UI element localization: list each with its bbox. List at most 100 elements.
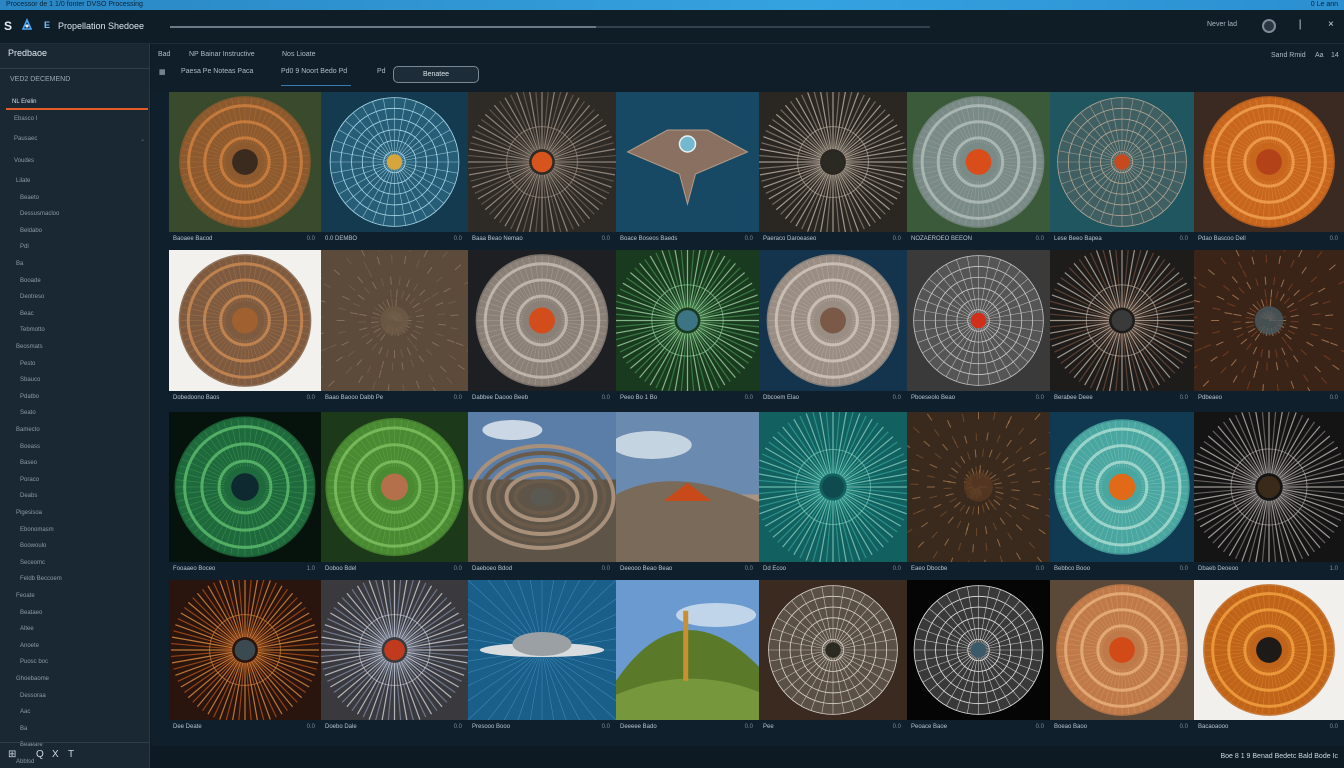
thumbnail-caption[interactable]: Fooaaeo Boceo 1.0 [173,566,319,580]
thumbnail-card[interactable] [1050,580,1194,720]
thumbnail-caption[interactable]: Presooo Booo 0.0 [472,724,614,738]
sidebar-item[interactable]: Lilate [16,178,30,184]
app-logo-icon[interactable] [20,18,34,32]
thumbnail-caption[interactable]: Boeao Baoo 0.0 [1054,724,1192,738]
title-right-label[interactable]: Never lad [1207,21,1237,28]
sidebar-item[interactable]: Altee [20,626,34,632]
thumbnail-caption[interactable]: Boace Boseos Baeds 0.0 [620,236,757,250]
thumbnail-card[interactable] [759,92,907,232]
toolbar-right-label[interactable]: Sand Rmid [1271,52,1306,59]
thumbnail-caption[interactable]: Dobedoono Baos 0.0 [173,395,319,409]
thumbnail-card[interactable] [1194,580,1344,720]
thumbnail-card[interactable] [616,92,759,232]
thumbnail-card[interactable] [169,250,321,391]
thumbnail-card[interactable] [907,250,1050,391]
sidebar-item[interactable]: Ba [16,261,23,267]
thumbnail-caption[interactable]: Bacaoaooo 0.0 [1198,724,1342,738]
toolbar-label[interactable]: Bad [158,51,170,58]
thumbnail-caption[interactable]: Dbcoem Elao 0.0 [763,395,905,409]
thumbnail-caption[interactable]: Peeo Bo 1 Bo 0.0 [620,395,757,409]
thumbnail-card[interactable] [759,250,907,391]
thumbnail-card[interactable] [468,92,616,232]
thumbnail-card[interactable] [1194,412,1344,562]
close-icon[interactable]: X [52,749,59,760]
sidebar-item[interactable]: Boeass [20,444,40,450]
sidebar-item[interactable]: Beac [20,311,34,317]
thumbnail-caption[interactable]: Pboeseolo Beao 0.0 [911,395,1048,409]
thumbnail-caption[interactable]: Deeooo Beao Beao 0.0 [620,566,757,580]
thumbnail-caption[interactable]: Bebbco Booo 0.0 [1054,566,1192,580]
thumbnail-card[interactable] [169,580,321,720]
thumbnail-card[interactable] [468,580,616,720]
sidebar-item[interactable]: Pesto [20,361,35,367]
thumbnail-card[interactable] [907,412,1050,562]
sidebar-item[interactable]: Ba [20,726,27,732]
thumbnail-card[interactable] [616,250,759,391]
thumbnail-caption[interactable]: Dabbee Daooo Beeb 0.0 [472,395,614,409]
thumbnail-card[interactable] [169,92,321,232]
toolbar-filter[interactable]: Pd [377,68,386,75]
thumbnail-card[interactable] [1194,250,1344,391]
thumbnail-caption[interactable]: Pdao Bascoo Dell 0.0 [1198,236,1342,250]
sidebar-active-item[interactable]: NL Erelin [6,98,148,110]
sidebar-item[interactable]: Anoete [20,643,39,649]
sidebar-item[interactable]: Beldabo [20,228,42,234]
sidebar-item[interactable]: Beataeo [20,610,42,616]
sort-icon[interactable]: ▦ [159,68,166,76]
thumbnail-caption[interactable]: Pdbeaeo 0.0 [1198,395,1342,409]
chevron-down-icon[interactable]: ⌄ [140,136,145,143]
thumbnail-card[interactable] [1050,250,1194,391]
thumbnail-caption[interactable]: Baaa Beao Nemao 0.0 [472,236,614,250]
thumbnail-card[interactable] [321,92,468,232]
sidebar-item[interactable]: Aac [20,709,30,715]
thumbnail-card[interactable] [321,580,468,720]
sidebar-item[interactable]: Booade [20,278,41,284]
thumbnail-caption[interactable]: Dee Deate 0.0 [173,724,319,738]
sidebar-item[interactable]: Seato [20,410,36,416]
sidebar-item[interactable]: Beosmats [16,344,43,350]
thumbnail-caption[interactable]: Lese Beeo Bapea 0.0 [1054,236,1192,250]
thumbnail-caption[interactable]: Eaeo Dbocbe 0.0 [911,566,1048,580]
thumbnail-card[interactable] [169,412,321,562]
sidebar-item[interactable]: Sbauco [20,377,40,383]
thumbnail-caption[interactable]: Paeraco Daroeaseo 0.0 [763,236,905,250]
toolbar-action-button[interactable]: Benatee [393,66,479,83]
sidebar-item[interactable]: Seceomc [20,560,45,566]
thumbnail-caption[interactable]: Berabee Deee 0.0 [1054,395,1192,409]
sidebar-item[interactable]: Boowoulo [20,543,46,549]
thumbnail-caption[interactable]: Peoace Baoe 0.0 [911,724,1048,738]
toolbar-filter[interactable]: Paesa Pe Noteas Paca [181,68,253,75]
thumbnail-caption[interactable]: Baoaee Bacod 0.0 [173,236,319,250]
sidebar-sub-item[interactable]: Pausaec [14,136,37,142]
thumbnail-card[interactable] [321,250,468,391]
thumbnail-caption[interactable]: Dbaeb Deoeoo 1.0 [1198,566,1342,580]
sidebar-item[interactable]: Feoate [16,593,35,599]
sidebar-group-title[interactable]: Voudes [14,158,34,164]
sidebar-item[interactable]: Poraco [20,477,39,483]
sidebar-item[interactable]: Pdl [20,244,29,250]
sidebar-item[interactable]: Pigesisoa [16,510,42,516]
sidebar-item[interactable]: Puosc boc [20,659,48,665]
sidebar-item[interactable]: Bamecto [16,427,40,433]
search-icon[interactable]: Q [36,749,44,760]
thumbnail-card[interactable] [616,412,759,562]
sidebar-item[interactable]: Dessoraa [20,693,46,699]
app-logo[interactable]: S [4,19,12,33]
text-icon[interactable]: T [68,749,74,760]
thumbnail-card[interactable] [468,412,616,562]
sidebar-item[interactable]: Beaeto [20,195,39,201]
thumbnail-card[interactable] [759,412,907,562]
thumbnail-card[interactable] [1050,92,1194,232]
sidebar-item[interactable]: Tebmotto [20,327,45,333]
toolbar-filter[interactable]: Pd0 9 Noort Bedo Pd [281,68,347,75]
grid-icon[interactable]: ⊞ [8,749,16,760]
thumbnail-card[interactable] [907,580,1050,720]
sidebar-section-title[interactable]: VED2 DECEMEND [10,76,70,83]
thumbnail-caption[interactable]: Doebo Dale 0.0 [325,724,466,738]
thumbnail-caption[interactable]: Dd Ecoo 0.0 [763,566,905,580]
thumbnail-card[interactable] [468,250,616,391]
thumbnail-card[interactable] [1050,412,1194,562]
thumbnail-card[interactable] [1194,92,1344,232]
toolbar-label[interactable]: NP Bainar Instructive [189,51,255,58]
sidebar-item[interactable]: Ghoebaome [16,676,49,682]
